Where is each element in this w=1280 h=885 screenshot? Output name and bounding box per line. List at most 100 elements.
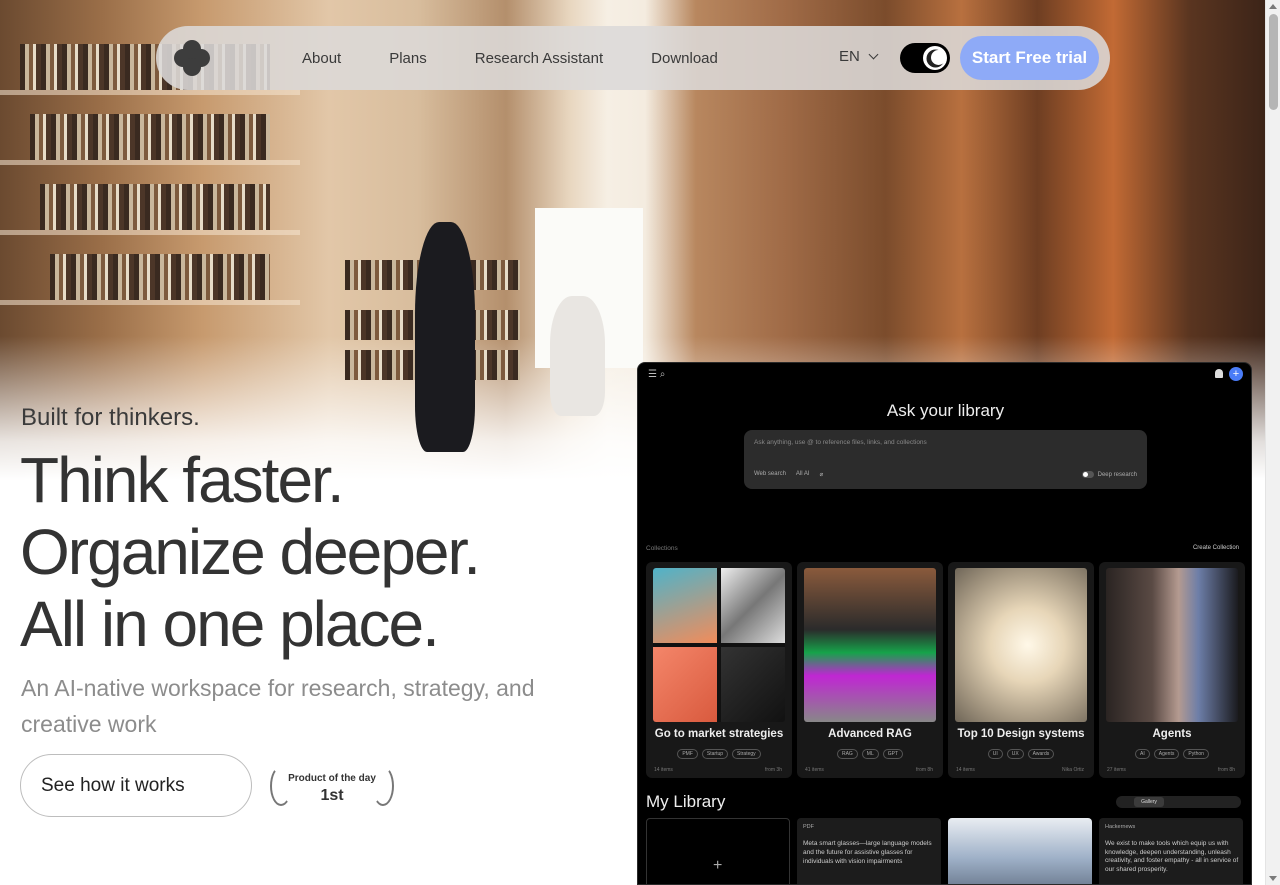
nav-link-about[interactable]: About	[302, 50, 341, 67]
tag: GPT	[882, 749, 904, 759]
collection-image	[804, 568, 936, 722]
collection-name: Agents	[1152, 728, 1192, 740]
collection-name: Advanced RAG	[828, 728, 912, 740]
collection-image	[1106, 568, 1238, 722]
chevron-down-icon	[868, 49, 879, 60]
collection-count: 14 items	[956, 767, 975, 773]
dark-mode-toggle[interactable]	[900, 43, 950, 73]
tag: Strategy	[732, 749, 761, 759]
library-title: My Library	[646, 792, 726, 811]
award-rank: 1st	[320, 787, 344, 804]
library-item: Hackernews We exist to make tools which …	[1099, 818, 1243, 884]
nav-link-plans[interactable]: Plans	[389, 50, 427, 67]
collection-updated: from 3h	[765, 767, 782, 773]
add-icon: +	[1229, 367, 1243, 381]
tag: AI	[1135, 749, 1150, 759]
scrollbar-thumb[interactable]	[1269, 14, 1278, 110]
model-option: All AI	[795, 471, 810, 477]
collection-card: Agents AI Agents Python 27 items from 8h	[1099, 562, 1245, 778]
see-how-it-works-button[interactable]: See how it works	[20, 754, 252, 817]
tag: Agents	[1153, 749, 1180, 759]
collection-card: Go to market strategies PMF Startup Stra…	[646, 562, 792, 778]
menu-search-icons: ☰ ⌕	[648, 369, 666, 380]
nav-link-download[interactable]: Download	[651, 50, 718, 67]
language-label: EN	[839, 48, 860, 65]
ask-input: Ask anything, use @ to reference files, …	[744, 430, 1147, 489]
award-title: Product of the day	[288, 773, 376, 784]
attach-icon: ⌀	[819, 472, 824, 478]
scrollbar[interactable]	[1265, 0, 1280, 885]
nav-link-research-assistant[interactable]: Research Assistant	[475, 50, 603, 67]
books	[30, 114, 270, 160]
collection-tags: PMF Startup Strategy	[646, 749, 792, 759]
collection-tags: AI Agents Python	[1099, 749, 1245, 759]
moon-icon	[931, 50, 946, 65]
tag: Awards	[1027, 749, 1055, 759]
logo-icon[interactable]	[174, 40, 210, 76]
collection-tags: RAG ML GPT	[797, 749, 943, 759]
toggle-knob	[923, 46, 947, 70]
collection-count: 14 items	[654, 767, 673, 773]
person-walking	[415, 222, 475, 452]
hero-headline: Think faster. Organize deeper. All in on…	[20, 444, 481, 660]
collection-image-grid	[653, 568, 785, 722]
books	[40, 184, 270, 230]
collection-count: 27 items	[1107, 767, 1126, 773]
collections-label: Collections	[646, 545, 678, 552]
tag: UI	[987, 749, 1003, 759]
shelf	[0, 90, 300, 95]
shelf	[0, 160, 300, 165]
tag: ML	[861, 749, 879, 759]
hero-subtitle: An AI-native workspace for research, str…	[21, 675, 535, 737]
web-search-option: Web search	[754, 471, 786, 477]
hackernews-label: Hackernews	[1105, 824, 1136, 830]
collection-card: Top 10 Design systems UI UX Awards 14 it…	[948, 562, 1094, 778]
nav-links: About Plans Research Assistant Download	[302, 26, 766, 90]
collection-updated: from 8h	[1218, 767, 1235, 773]
new-item-card: +	[646, 818, 790, 884]
scroll-up-arrow-icon[interactable]	[1269, 4, 1277, 9]
navbar: About Plans Research Assistant Download …	[156, 26, 1110, 90]
hero-tagline: Built for thinkers.	[21, 404, 200, 431]
collection-tags: UI UX Awards	[948, 749, 1094, 759]
collection-updated: from 8h	[916, 767, 933, 773]
headline-line-3: All in one place.	[20, 588, 440, 660]
headline-line-1: Think faster.	[20, 444, 345, 516]
tag: UX	[1006, 749, 1024, 759]
create-collection-label: Create Collection	[1192, 545, 1239, 551]
collection-card: Advanced RAG RAG ML GPT 41 items from 8h	[797, 562, 943, 778]
product-of-the-day-badge: Product of the day 1st	[268, 766, 396, 808]
tag: PMF	[677, 749, 698, 759]
plus-icon: +	[713, 857, 723, 874]
shelf	[0, 300, 300, 305]
collection-name: Go to market strategies	[654, 728, 784, 740]
ask-placeholder: Ask anything, use @ to reference files, …	[754, 439, 927, 446]
headline-line-2: Organize deeper.	[20, 516, 481, 588]
app-preview: ☰ ⌕ + Ask your library Ask anything, use…	[637, 362, 1252, 885]
tag: Startup	[701, 749, 729, 759]
bell-icon	[1215, 369, 1223, 378]
books	[50, 254, 270, 300]
language-selector[interactable]: EN	[839, 48, 879, 65]
library-item: PDF Meta smart glasses—large language mo…	[797, 818, 941, 884]
pdf-title: Meta smart glasses—large language models…	[803, 840, 932, 865]
tag: Python	[1183, 749, 1209, 759]
scroll-down-arrow-icon[interactable]	[1269, 876, 1277, 881]
shelf	[0, 230, 300, 235]
mini-toggle	[1081, 471, 1094, 478]
ask-options: Web search All AI ⌀	[754, 471, 823, 478]
start-free-trial-button[interactable]: Start Free trial	[960, 36, 1099, 80]
library-image-item	[948, 818, 1092, 884]
collection-name: Top 10 Design systems	[957, 728, 1085, 740]
pdf-label: PDF	[803, 824, 814, 830]
deep-research-toggle: Deep research	[1081, 471, 1137, 478]
hackernews-excerpt: We exist to make tools which equip us wi…	[1105, 840, 1239, 873]
gallery-view-tab: Gallery	[1134, 797, 1164, 807]
collection-count: 41 items	[805, 767, 824, 773]
person-seated	[550, 296, 605, 416]
tag: RAG	[836, 749, 858, 759]
view-switcher: Gallery	[1116, 796, 1241, 808]
ask-title: Ask your library	[886, 401, 1005, 420]
collection-image	[955, 568, 1087, 722]
collection-updated: Nika Ortiz	[1062, 767, 1084, 773]
